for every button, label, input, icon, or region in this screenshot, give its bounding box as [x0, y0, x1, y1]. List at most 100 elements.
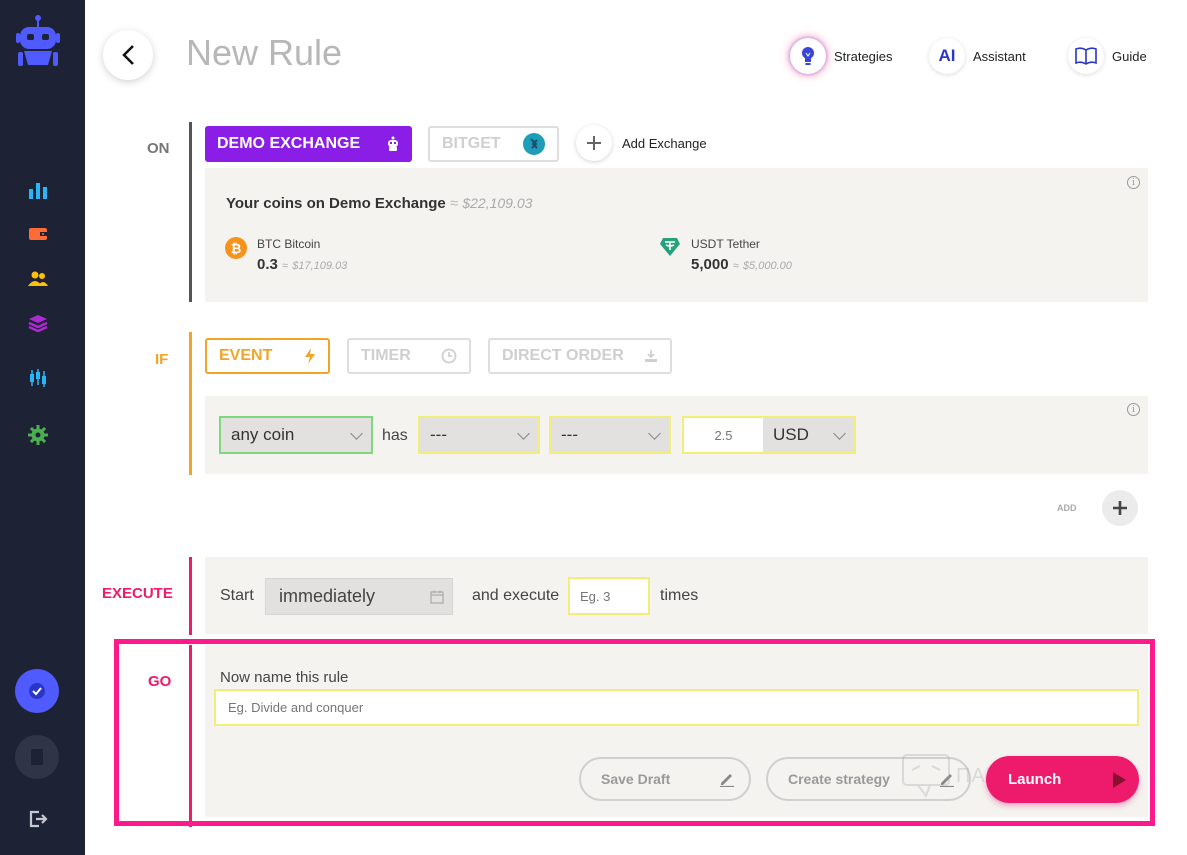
sidebar-item-users[interactable] — [24, 265, 52, 293]
tab-event-label: EVENT — [219, 347, 273, 364]
coin-usd: $5,000.00 — [742, 260, 792, 272]
gear-icon — [28, 425, 48, 445]
add-condition-label: ADD — [1057, 503, 1077, 513]
chevron-down-icon — [648, 426, 661, 440]
if-section-bar — [189, 332, 192, 475]
amount-input[interactable] — [684, 418, 763, 452]
assistant-link[interactable]: AI Assistant — [929, 38, 1026, 74]
sidebar-item-wallet[interactable] — [24, 220, 52, 248]
chevron-down-icon — [833, 426, 846, 440]
chevron-down-icon — [517, 426, 530, 440]
document-icon — [31, 749, 43, 765]
layers-icon — [28, 315, 48, 332]
tab-timer[interactable]: TIMER — [347, 338, 471, 374]
exchange-demo-label: DEMO EXCHANGE — [217, 135, 361, 152]
currency-select-value: USD — [773, 425, 809, 444]
chevron-left-icon — [122, 45, 134, 65]
tab-direct-order-label: DIRECT ORDER — [502, 347, 624, 364]
has-label: has — [382, 427, 408, 444]
execute-label: EXECUTE — [102, 585, 173, 602]
candlestick-icon — [30, 369, 46, 387]
guide-link[interactable]: Guide — [1068, 38, 1147, 74]
book-icon — [1068, 38, 1104, 74]
robot-logo-icon[interactable] — [14, 14, 62, 72]
bitget-logo-icon — [523, 133, 545, 155]
coin-amount: 5,000 — [691, 256, 729, 273]
tab-event[interactable]: EVENT — [205, 338, 330, 374]
bar-chart-icon — [29, 183, 47, 199]
download-icon — [645, 350, 657, 362]
info-icon[interactable]: i — [1127, 176, 1140, 189]
assistant-label: Assistant — [973, 48, 1026, 64]
check-circle-icon — [29, 683, 45, 699]
lightning-icon — [305, 348, 315, 364]
logout-icon — [29, 810, 48, 828]
clock-icon — [441, 348, 457, 364]
coins-total: $22,109.03 — [462, 195, 533, 211]
add-exchange-button[interactable] — [576, 125, 612, 161]
tab-direct-order[interactable]: DIRECT ORDER — [488, 338, 672, 374]
start-date-picker[interactable]: immediately — [265, 578, 453, 615]
on-label: ON — [147, 140, 170, 157]
create-strategy-button[interactable]: Create strategy — [766, 757, 971, 801]
exchange-demo-tab[interactable]: DEMO EXCHANGE — [205, 126, 412, 162]
calendar-icon — [430, 590, 444, 604]
ai-icon: AI — [929, 38, 965, 74]
direction-select[interactable]: --- — [549, 416, 671, 454]
and-execute-label: and execute — [472, 587, 560, 604]
currency-select[interactable]: USD — [763, 418, 854, 452]
rule-name-input[interactable] — [214, 689, 1139, 726]
sidebar — [0, 0, 85, 855]
tether-icon — [660, 238, 680, 256]
on-section-bar — [189, 122, 192, 302]
rule-name-label: Now name this rule — [220, 669, 349, 686]
tab-timer-label: TIMER — [361, 347, 411, 364]
strategies-label: Strategies — [834, 48, 893, 64]
sidebar-item-layers[interactable] — [24, 309, 52, 337]
lightbulb-icon — [790, 38, 826, 74]
start-date-value: immediately — [279, 586, 376, 606]
launch-label: Launch — [1008, 771, 1062, 788]
plus-icon — [587, 136, 601, 150]
strategies-link[interactable]: Strategies — [790, 38, 893, 74]
add-exchange-label: Add Exchange — [622, 136, 707, 151]
exchange-bitget-label: BITGET — [442, 135, 501, 152]
pencil-icon — [720, 774, 734, 787]
coin-amount: 0.3 — [257, 256, 278, 273]
sidebar-item-trading[interactable] — [24, 364, 52, 392]
coin-select-value: any coin — [231, 425, 295, 444]
coin-name: USDT Tether — [691, 237, 760, 251]
times-label: times — [660, 587, 699, 604]
sidebar-item-approve[interactable] — [15, 669, 59, 713]
condition-select-value: --- — [430, 425, 447, 444]
plus-icon — [1113, 501, 1127, 515]
coin-name: BTC Bitcoin — [257, 237, 321, 251]
info-icon[interactable]: i — [1127, 403, 1140, 416]
condition-select[interactable]: --- — [418, 416, 540, 454]
bitcoin-icon: ₿ — [225, 237, 247, 259]
if-label: IF — [155, 351, 169, 368]
page-title: New Rule — [186, 32, 343, 73]
save-draft-button[interactable]: Save Draft — [579, 757, 751, 801]
coin-usd: $17,109.03 — [292, 260, 348, 272]
sidebar-item-document[interactable] — [15, 735, 59, 779]
direction-select-value: --- — [561, 425, 578, 444]
exchange-bitget-tab[interactable]: BITGET — [428, 126, 559, 162]
coins-title: Your coins on Demo Exchange — [226, 195, 446, 212]
pencil-icon — [940, 774, 954, 787]
times-input[interactable] — [568, 577, 650, 615]
coin-select[interactable]: any coin — [219, 416, 373, 454]
sidebar-item-stats[interactable] — [24, 176, 52, 204]
chevron-down-icon — [350, 426, 363, 440]
create-strategy-label: Create strategy — [788, 771, 890, 787]
coins-panel: i Your coins on Demo Exchange ≈ $22,109.… — [205, 168, 1148, 302]
guide-label: Guide — [1112, 48, 1147, 64]
back-button[interactable] — [103, 30, 153, 80]
sidebar-item-settings[interactable] — [24, 421, 52, 449]
users-icon — [28, 271, 48, 286]
launch-button[interactable]: Launch — [986, 756, 1139, 803]
sidebar-item-logout[interactable] — [24, 805, 52, 833]
save-draft-label: Save Draft — [601, 771, 671, 787]
amount-group: USD — [682, 416, 856, 454]
add-condition-button[interactable] — [1102, 490, 1138, 526]
